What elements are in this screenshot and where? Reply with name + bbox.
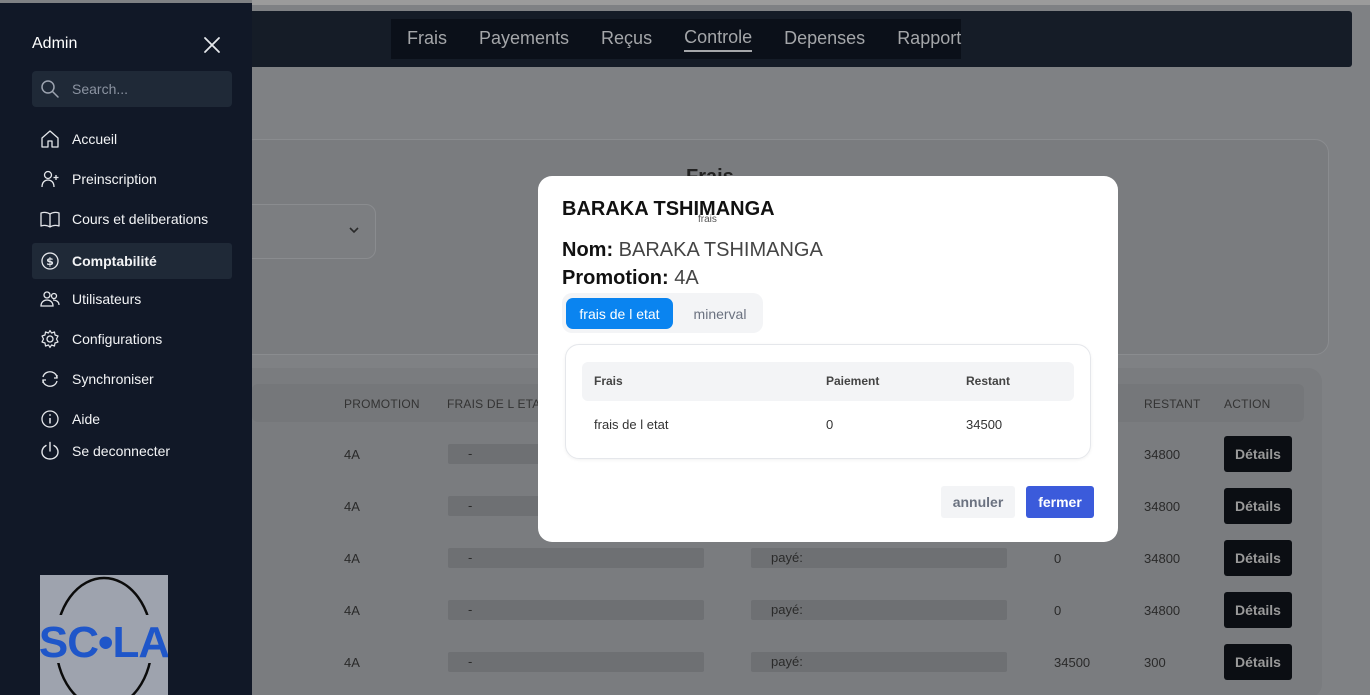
dollar-circle-icon: $	[40, 251, 60, 271]
sidebar-item-comptabilite[interactable]: $ Comptabilité	[32, 243, 232, 279]
power-icon	[40, 441, 60, 461]
cell-paiement: 0	[1054, 551, 1062, 566]
cell-promotion: 4A	[344, 447, 360, 462]
top-nav: Frais Payements Reçus Controle Depenses …	[391, 19, 961, 59]
sidebar-item-synchroniser[interactable]: Synchroniser	[32, 361, 232, 397]
cancel-button[interactable]: annuler	[941, 486, 1015, 518]
details-button[interactable]: Détails	[1224, 488, 1292, 524]
th-action: ACTION	[1224, 397, 1271, 411]
topnav-rapport[interactable]: Rapport	[897, 28, 961, 51]
cell-promotion: 4A	[344, 499, 360, 514]
sidebar-item-label: Configurations	[72, 331, 163, 347]
user-plus-icon	[40, 169, 60, 189]
details-button[interactable]: Détails	[1224, 540, 1292, 576]
chevron-down-icon	[348, 222, 360, 238]
cell-paiement: 0	[826, 417, 834, 432]
svg-text:$: $	[46, 255, 54, 268]
nom-value: BARAKA TSHIMANGA	[618, 239, 823, 261]
th-restant: Restant	[966, 374, 1011, 388]
close-icon[interactable]	[198, 31, 226, 59]
close-button[interactable]: fermer	[1026, 486, 1094, 518]
sidebar-item-label: Preinscription	[72, 171, 157, 187]
cell-frais: frais de l etat	[594, 417, 669, 432]
th-frais: Frais	[594, 374, 623, 388]
nom-label: Nom:	[562, 239, 614, 261]
sidebar-title: Admin	[32, 35, 78, 52]
cell-promotion: 4A	[344, 551, 360, 566]
cell-frais-etat: -	[448, 600, 704, 620]
sidebar-item-label: Cours et deliberations	[72, 211, 209, 227]
scola-logo: SC•LA	[40, 575, 168, 695]
cell-frais-etat: -	[448, 652, 704, 672]
book-icon	[40, 209, 60, 229]
sidebar-item-configurations[interactable]: Configurations	[32, 321, 232, 357]
sidebar-item-utilisateurs[interactable]: Utilisateurs	[32, 281, 232, 317]
svg-text:SC•LA: SC•LA	[40, 618, 168, 667]
sidebar-item-preinscription[interactable]: Preinscription	[32, 161, 232, 197]
modal-title: BARAKA TSHIMANGA	[562, 198, 775, 220]
sync-icon	[40, 369, 60, 389]
cell-restant: 34500	[966, 417, 1003, 432]
tab-minerval[interactable]: minerval	[683, 298, 757, 329]
topnav-recus[interactable]: Reçus	[601, 28, 652, 51]
sidebar-item-cours[interactable]: Cours et deliberations	[32, 201, 232, 237]
cell-restant: 300	[1144, 655, 1166, 670]
cell-restant: 34800	[1144, 499, 1181, 514]
info-icon	[40, 409, 60, 429]
sidebar-item-deconnecter[interactable]: Se deconnecter	[32, 433, 232, 469]
cell-paiement: 0	[1054, 603, 1062, 618]
home-icon	[40, 129, 60, 149]
users-icon	[40, 289, 60, 309]
th-promotion: PROMOTION	[344, 397, 420, 411]
details-button[interactable]: Détails	[1224, 644, 1292, 680]
top-divider	[252, 0, 1370, 5]
cell-paye: payé:	[751, 548, 1007, 568]
sidebar-item-label: Comptabilité	[72, 253, 157, 269]
topnav-controle[interactable]: Controle	[684, 27, 753, 52]
sidebar-item-label: Aide	[72, 411, 101, 427]
details-button[interactable]: Détails	[1224, 436, 1292, 472]
sidebar-search	[32, 71, 232, 107]
details-button[interactable]: Détails	[1224, 592, 1292, 628]
cell-promotion: 4A	[344, 603, 360, 618]
topnav-frais[interactable]: Frais	[407, 28, 447, 51]
modal-promotion: Promotion: 4A	[562, 267, 699, 290]
sidebar-item-label: Synchroniser	[72, 371, 154, 387]
tab-frais-etat[interactable]: frais de l etat	[566, 298, 673, 329]
sidebar: Admin Accueil Preinscription Cours et de…	[0, 3, 252, 695]
th-frais-etat: FRAIS DE L ETAT	[447, 397, 548, 411]
th-restant: RESTANT	[1144, 397, 1201, 411]
fee-tabs: frais de l etat minerval	[562, 293, 763, 333]
sidebar-item-label: Utilisateurs	[72, 291, 142, 307]
cell-frais-etat: -	[448, 548, 704, 568]
sidebar-item-aide[interactable]: Aide	[32, 401, 232, 437]
topnav-payements[interactable]: Payements	[479, 28, 569, 51]
modal-subtitle: frais	[698, 214, 717, 225]
cell-paye: payé:	[751, 600, 1007, 620]
search-icon	[40, 79, 60, 99]
sidebar-item-label: Se deconnecter	[72, 443, 171, 459]
gear-icon	[40, 329, 60, 349]
promotion-value: 4A	[674, 267, 699, 289]
cell-restant: 34800	[1144, 447, 1181, 462]
search-input[interactable]	[72, 71, 222, 107]
sidebar-item-accueil[interactable]: Accueil	[32, 121, 232, 157]
cell-paye: payé:	[751, 652, 1007, 672]
cell-restant: 34800	[1144, 603, 1181, 618]
promotion-label: Promotion:	[562, 267, 669, 289]
cell-promotion: 4A	[344, 655, 360, 670]
th-paiement: Paiement	[826, 374, 880, 388]
sidebar-item-label: Accueil	[72, 131, 118, 147]
cell-paiement: 34500	[1054, 655, 1091, 670]
modal-nom: Nom: BARAKA TSHIMANGA	[562, 239, 823, 262]
cell-restant: 34800	[1144, 551, 1181, 566]
topnav-depenses[interactable]: Depenses	[784, 28, 865, 51]
